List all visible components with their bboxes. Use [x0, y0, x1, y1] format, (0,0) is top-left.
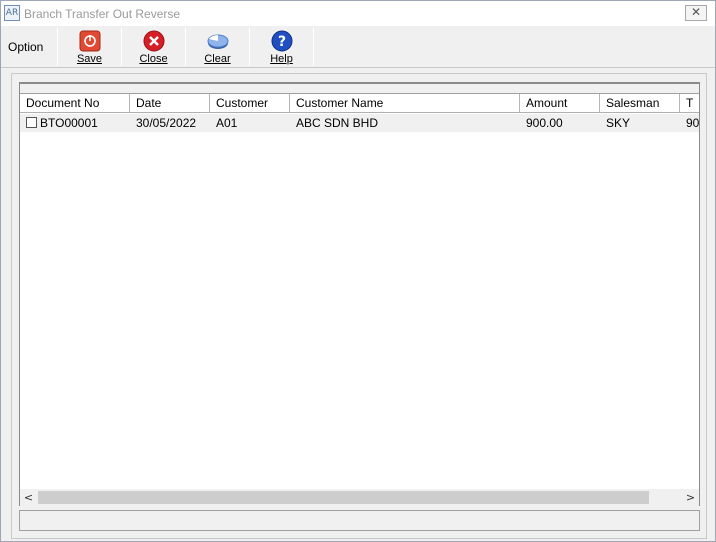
option-label: Option: [8, 40, 44, 54]
table-row[interactable]: BTO00001 30/05/2022 A01 ABC SDN BHD 900.…: [20, 114, 699, 132]
title-bar: AR Branch Transfer Out Reverse ✕: [1, 1, 715, 26]
app-icon: AR: [4, 5, 20, 21]
cell-date: 30/05/2022: [136, 116, 197, 130]
document-grid: Document No Date Customer Customer Name …: [19, 82, 700, 506]
grid-body: Document No Date Customer Customer Name …: [20, 94, 699, 489]
toolbar: Option Save Close Clear ? Help: [1, 26, 715, 68]
toolbar-separator: [313, 28, 314, 66]
column-header-date[interactable]: Date: [130, 94, 210, 113]
horizontal-scrollbar[interactable]: < >: [20, 489, 699, 506]
column-header-t[interactable]: T: [680, 94, 699, 113]
app-window: AR Branch Transfer Out Reverse ✕ Option …: [0, 0, 716, 542]
clear-button[interactable]: Clear: [186, 27, 249, 67]
close-button[interactable]: Close: [122, 27, 185, 67]
column-header-customer[interactable]: Customer: [210, 94, 290, 113]
content-panel: Document No Date Customer Customer Name …: [11, 73, 707, 539]
column-header-document-no[interactable]: Document No: [20, 94, 130, 113]
save-icon: [79, 30, 100, 52]
column-header-customer-name[interactable]: Customer Name: [290, 94, 520, 113]
cell-salesman: SKY: [606, 116, 631, 130]
cell-amount: 900.00: [526, 116, 563, 130]
grid-group-bar: [20, 84, 699, 94]
column-header-salesman[interactable]: Salesman: [600, 94, 680, 113]
save-button[interactable]: Save: [58, 27, 121, 67]
status-bar: [19, 510, 700, 531]
scroll-left-icon[interactable]: <: [20, 489, 37, 506]
column-header-amount[interactable]: Amount: [520, 94, 600, 113]
close-label: Close: [139, 53, 168, 65]
cell-document-no: BTO00001: [40, 116, 98, 130]
cell-customer-name: ABC SDN BHD: [296, 116, 379, 130]
clear-label: Clear: [204, 53, 231, 65]
svg-text:?: ?: [277, 34, 285, 50]
scroll-right-icon[interactable]: >: [682, 489, 699, 506]
window-close-button[interactable]: ✕: [685, 5, 707, 21]
grid-header: Document No Date Customer Customer Name …: [20, 94, 699, 113]
clear-pie-icon: [207, 34, 228, 49]
window-title: Branch Transfer Out Reverse: [24, 7, 181, 21]
help-label: Help: [270, 53, 293, 65]
help-button[interactable]: ? Help: [250, 27, 313, 67]
cell-customer: A01: [216, 116, 238, 130]
save-label: Save: [76, 53, 103, 65]
help-icon: ?: [271, 30, 292, 52]
close-circle-icon: [143, 30, 164, 52]
cell-t: 90: [686, 116, 699, 130]
scrollbar-thumb[interactable]: [38, 491, 649, 504]
